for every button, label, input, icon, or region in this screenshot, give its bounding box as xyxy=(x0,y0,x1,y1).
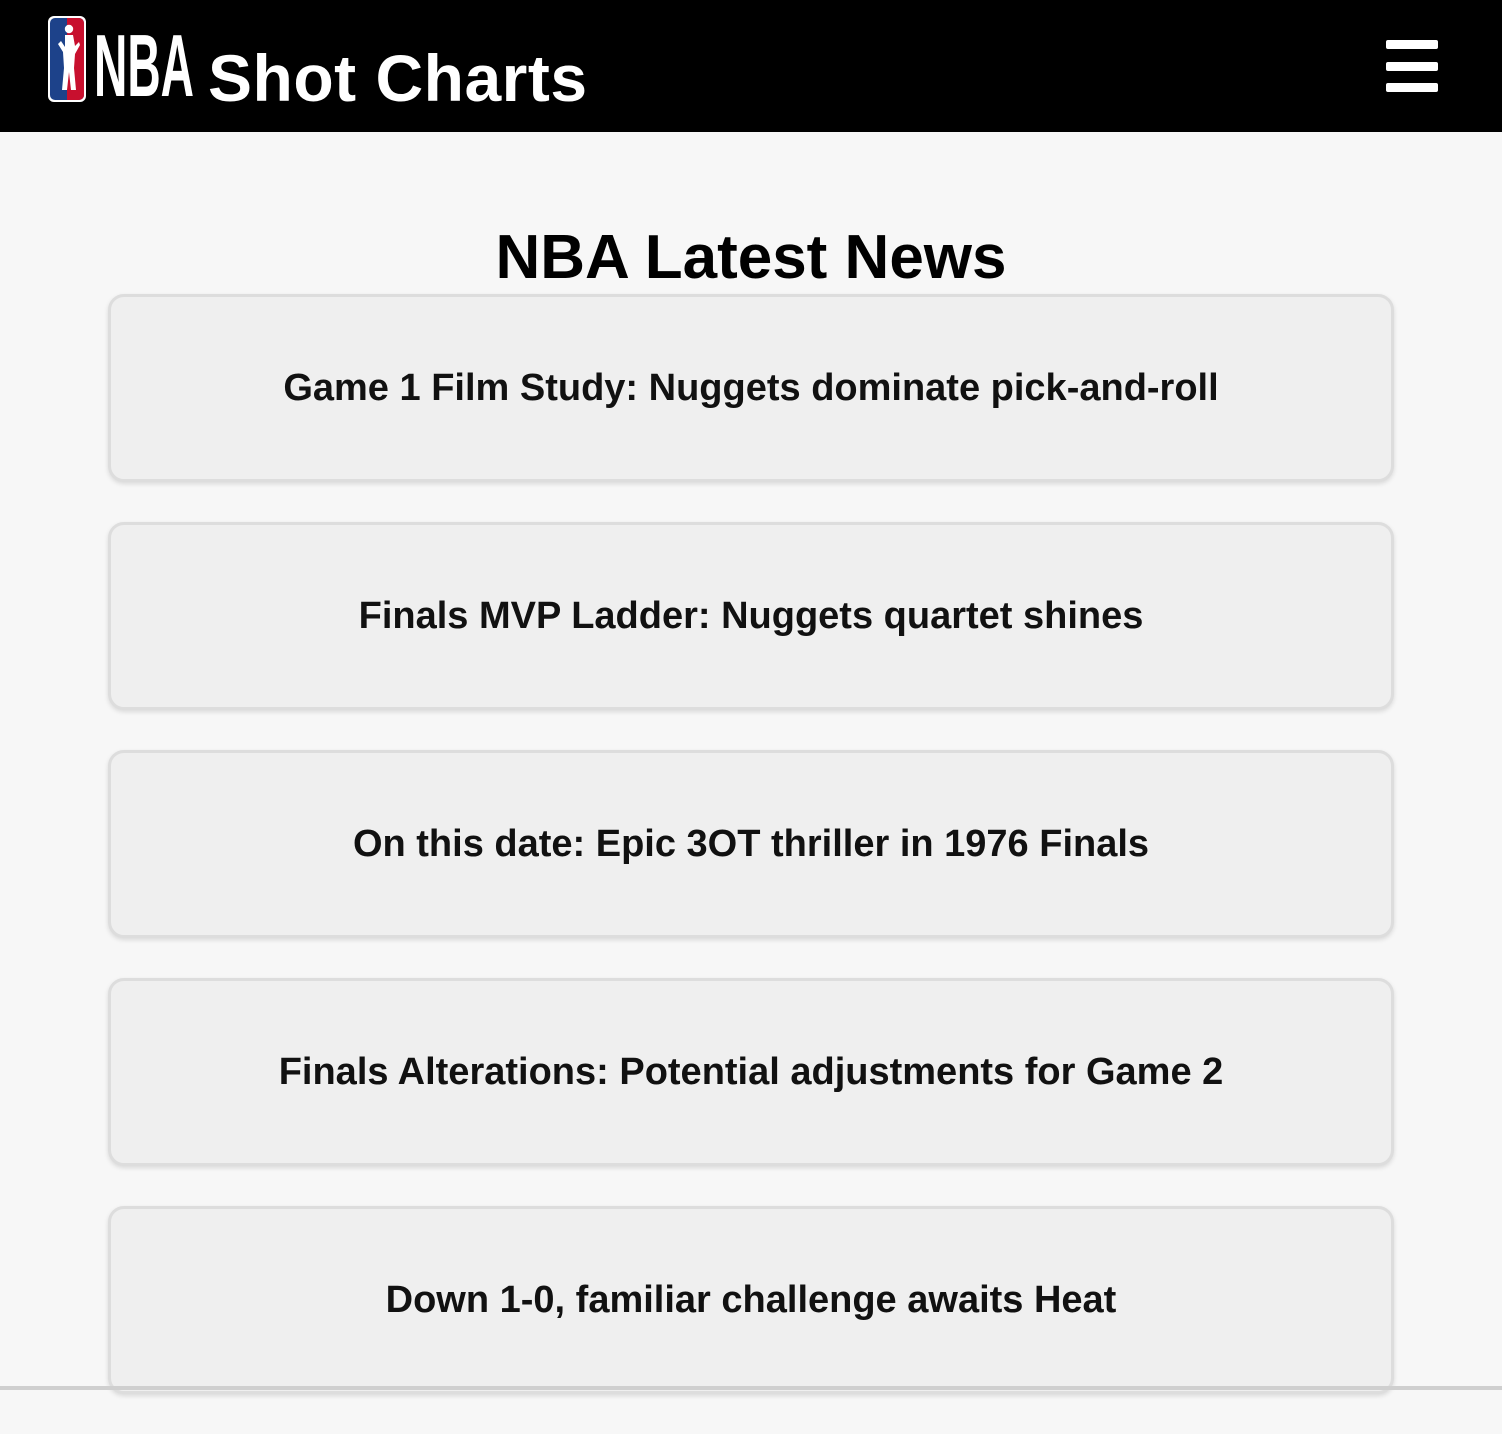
hamburger-menu-button[interactable] xyxy=(1384,40,1440,92)
page-title: NBA Latest News xyxy=(495,222,1007,292)
news-title: Finals Alterations: Potential adjustment… xyxy=(278,1050,1224,1093)
news-card[interactable]: Down 1-0, familiar challenge awaits Heat xyxy=(108,1206,1394,1394)
top-navbar: NBA Shot Charts xyxy=(0,0,1502,132)
news-card[interactable]: Game 1 Film Study: Nuggets dominate pick… xyxy=(108,294,1394,482)
news-card[interactable]: Finals Alterations: Potential adjustment… xyxy=(108,978,1394,1166)
menu-bar-bottom xyxy=(1386,83,1438,92)
news-title: Finals MVP Ladder: Nuggets quartet shine… xyxy=(358,594,1144,637)
news-title: Game 1 Film Study: Nuggets dominate pick… xyxy=(283,366,1219,409)
bottom-divider xyxy=(0,1386,1502,1390)
nba-logo-icon: NBA xyxy=(48,16,194,115)
brand-title[interactable]: Shot Charts xyxy=(208,38,588,118)
news-card[interactable]: Finals MVP Ladder: Nuggets quartet shine… xyxy=(108,522,1394,710)
news-title: On this date: Epic 3OT thriller in 1976 … xyxy=(352,822,1150,865)
news-card[interactable]: On this date: Epic 3OT thriller in 1976 … xyxy=(108,750,1394,938)
news-title: Down 1-0, familiar challenge awaits Heat xyxy=(385,1278,1117,1321)
nba-wordmark: NBA xyxy=(94,16,194,102)
menu-bar-top xyxy=(1386,40,1438,49)
menu-bar-middle xyxy=(1386,62,1438,71)
news-list: Game 1 Film Study: Nuggets dominate pick… xyxy=(108,294,1394,1434)
nba-logo[interactable]: NBA xyxy=(48,16,198,115)
